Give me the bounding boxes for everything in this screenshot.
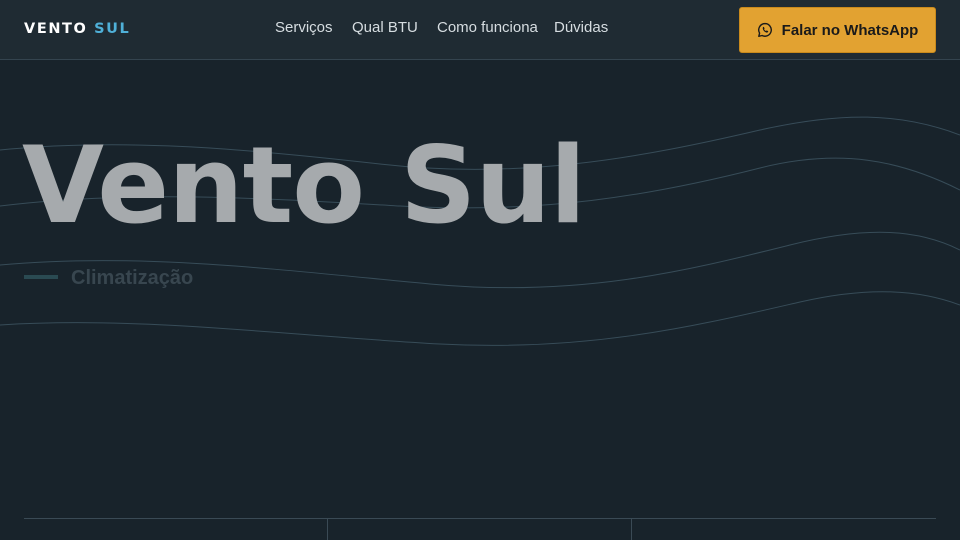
whatsapp-button[interactable]: Falar no WhatsApp [739, 7, 936, 53]
logo-primary-text: VENTO [24, 21, 88, 37]
whatsapp-button-label: Falar no WhatsApp [781, 21, 919, 39]
bottom-column-divider [327, 519, 328, 540]
nav-item-como-funciona[interactable]: Como funciona [437, 19, 538, 37]
nav-item-duvidas[interactable]: Dúvidas [554, 19, 608, 37]
whatsapp-icon [757, 22, 773, 38]
bottom-column-divider [631, 519, 632, 540]
logo-accent-text: SUL [94, 21, 131, 37]
subtitle-accent-line [24, 275, 58, 279]
brand-logo[interactable]: VENTO SUL [24, 21, 130, 38]
hero-title: Vento Sul [22, 124, 586, 247]
site-header: VENTO SUL Serviços Qual BTU Como funcion… [0, 0, 960, 60]
bottom-divider [24, 518, 936, 519]
nav-item-qual-btu[interactable]: Qual BTU [352, 19, 418, 37]
nav-item-servicos[interactable]: Serviços [275, 19, 333, 37]
hero-subtitle: Climatização [71, 267, 194, 289]
